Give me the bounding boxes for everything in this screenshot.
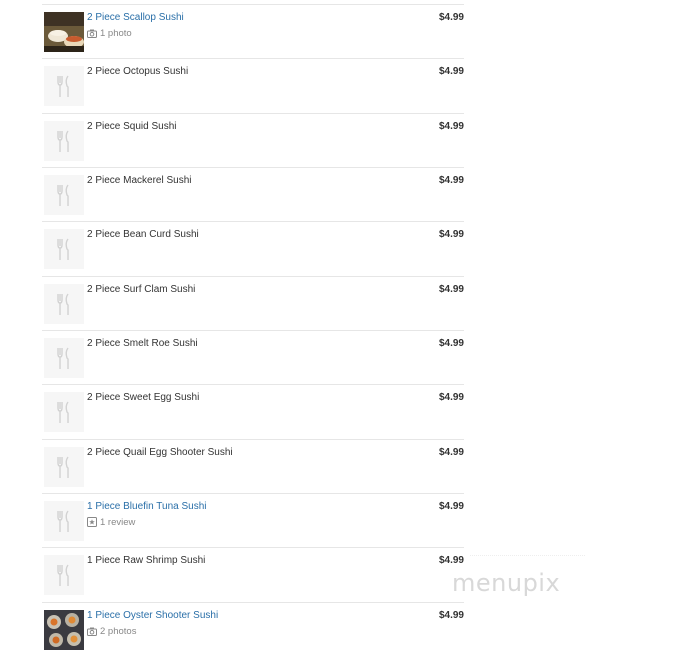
item-name: 2 Piece Bean Curd Sushi [87,229,199,240]
menu-item-2-piece-sweet-egg-sushi[interactable]: 2 Piece Sweet Egg Sushi $4.99 [42,384,464,438]
item-name[interactable]: 2 Piece Scallop Sushi [87,12,184,24]
menu-item-2-piece-bean-curd-sushi[interactable]: 2 Piece Bean Curd Sushi $4.99 [42,221,464,275]
item-meta[interactable]: 1 photo [87,28,132,42]
item-meta-label: 1 review [100,517,136,528]
menu-item-2-piece-surf-clam-sushi[interactable]: 2 Piece Surf Clam Sushi $4.99 [42,276,464,330]
item-name: 2 Piece Octopus Sushi [87,66,189,77]
item-price: $4.99 [438,12,464,23]
watermark-divider [470,555,585,557]
item-price: $4.99 [438,610,464,621]
utensils-icon [44,229,84,269]
review-icon [87,517,97,531]
item-price: $4.99 [438,555,464,566]
menu-item-2-piece-squid-sushi[interactable]: 2 Piece Squid Sushi $4.99 [42,113,464,167]
camera-icon [87,627,97,640]
utensils-icon [44,555,84,595]
item-name[interactable]: 1 Piece Oyster Shooter Sushi [87,610,218,622]
item-name: 2 Piece Squid Sushi [87,121,177,132]
item-name: 2 Piece Mackerel Sushi [87,175,192,186]
utensils-icon [44,66,84,106]
utensils-icon [44,121,84,161]
item-name: 2 Piece Smelt Roe Sushi [87,338,198,349]
utensils-icon [44,392,84,432]
utensils-icon [44,447,84,487]
item-name: 1 Piece Raw Shrimp Sushi [87,555,206,566]
item-meta[interactable]: 1 review [87,517,135,531]
menu-item-2-piece-scallop-sushi[interactable]: 2 Piece Scallop Sushi 1 photo $4.99 [42,4,464,58]
item-price: $4.99 [438,447,464,458]
menu-item-1-piece-bluefin-tuna-sushi[interactable]: 1 Piece Bluefin Tuna Sushi 1 review $4.9… [42,493,464,547]
utensils-icon [44,501,84,541]
item-price: $4.99 [438,66,464,77]
item-meta-label: 2 photos [100,626,137,637]
camera-icon [87,29,97,42]
item-price: $4.99 [438,175,464,186]
item-photo[interactable] [44,12,84,52]
menu-item-1-piece-raw-shrimp-sushi[interactable]: 1 Piece Raw Shrimp Sushi $4.99 [42,547,464,601]
item-meta[interactable]: 2 photos [87,626,136,640]
menupix-watermark: menupix [452,569,561,597]
menu-item-2-piece-octopus-sushi[interactable]: 2 Piece Octopus Sushi $4.99 [42,58,464,112]
item-price: $4.99 [438,229,464,240]
item-price: $4.99 [438,284,464,295]
item-name: 2 Piece Sweet Egg Sushi [87,392,200,403]
item-name: 2 Piece Surf Clam Sushi [87,284,196,295]
menu-item-2-piece-smelt-roe-sushi[interactable]: 2 Piece Smelt Roe Sushi $4.99 [42,330,464,384]
item-price: $4.99 [438,338,464,349]
item-price: $4.99 [438,121,464,132]
item-photo[interactable] [44,610,84,650]
menu-item-1-piece-oyster-shooter-sushi[interactable]: 1 Piece Oyster Shooter Sushi 2 photos $4… [42,602,464,656]
item-name: 2 Piece Quail Egg Shooter Sushi [87,447,233,458]
item-meta-label: 1 photo [100,28,132,39]
menu-item-2-piece-quail-egg-shooter-sushi[interactable]: 2 Piece Quail Egg Shooter Sushi $4.99 [42,439,464,493]
item-name[interactable]: 1 Piece Bluefin Tuna Sushi [87,501,207,513]
item-price: $4.99 [438,501,464,512]
utensils-icon [44,284,84,324]
menu-item-2-piece-mackerel-sushi[interactable]: 2 Piece Mackerel Sushi $4.99 [42,167,464,221]
utensils-icon [44,338,84,378]
utensils-icon [44,175,84,215]
item-price: $4.99 [438,392,464,403]
